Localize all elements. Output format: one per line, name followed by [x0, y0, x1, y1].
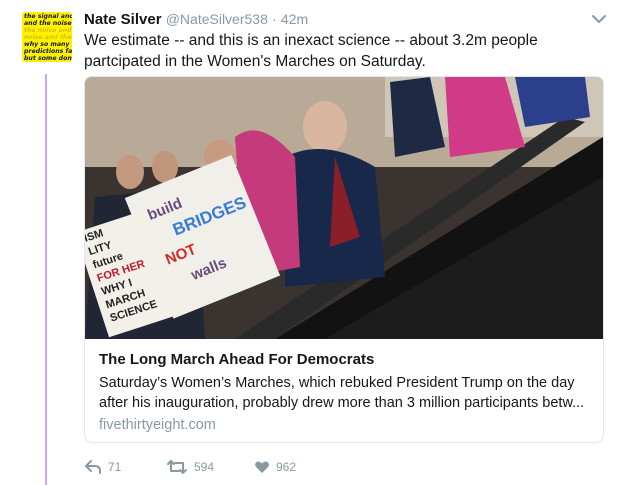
avatar-text-line: the signal and the	[24, 13, 72, 20]
avatar-text-line: but some don't	[24, 55, 72, 62]
heart-icon	[255, 461, 269, 473]
reply-button[interactable]: 71	[84, 459, 121, 475]
chevron-down-icon[interactable]	[590, 12, 608, 26]
card-domain[interactable]: fivethirtyeight.com	[99, 417, 216, 433]
tweet-text: We estimate -- and this is an inexact sc…	[84, 32, 538, 70]
avatar[interactable]: the signal and the and the noise and the…	[22, 12, 72, 62]
author-handle[interactable]: @NateSilver538	[166, 11, 268, 27]
tweet-header: Nate Silver @NateSilver538 · 42m	[84, 11, 308, 28]
card-description: Saturday’s Women’s Marches, which rebuke…	[99, 375, 585, 411]
reply-count: 71	[108, 460, 122, 474]
retweet-button[interactable]: 594	[166, 459, 214, 475]
retweet-count: 594	[194, 460, 215, 474]
avatar-text-line: noise and the no	[24, 34, 72, 41]
like-button[interactable]: 962	[254, 459, 296, 475]
reply-icon	[85, 460, 101, 474]
avatar-text-line: predictions fail--	[24, 48, 72, 55]
avatar-text-line: the noise and the	[24, 27, 72, 34]
separator-dot: ·	[272, 11, 277, 27]
author-name[interactable]: Nate Silver	[84, 11, 162, 28]
timestamp[interactable]: 42m	[281, 11, 308, 27]
like-count: 962	[276, 460, 297, 474]
avatar-text-line: and the noise and	[24, 20, 72, 27]
link-card[interactable]: build BRIDGES NOT walls ISM LITY future FOR HER…	[84, 76, 604, 443]
card-image: buildBRIDGESNOTwallsISMLITYfutureFOR HER…	[85, 77, 603, 339]
avatar-text-line: why so many	[24, 41, 70, 48]
retweet-icon	[167, 460, 187, 474]
thread-line	[45, 74, 47, 485]
card-title[interactable]: The Long March Ahead For Democrats	[99, 351, 374, 368]
tweet[interactable]: the signal and the and the noise and the…	[0, 0, 640, 485]
